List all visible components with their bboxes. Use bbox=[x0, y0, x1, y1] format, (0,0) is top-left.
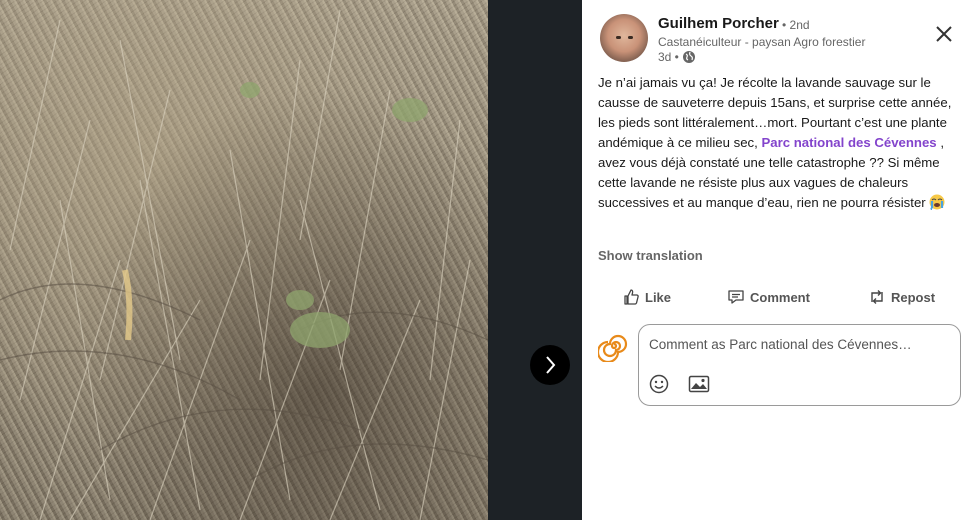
mention-link[interactable]: Parc national des Cévennes bbox=[761, 135, 936, 150]
close-icon bbox=[936, 26, 952, 42]
thumbs-up-icon bbox=[624, 289, 639, 305]
like-button[interactable]: Like bbox=[622, 280, 671, 314]
chevron-right-icon bbox=[546, 356, 556, 374]
post-body: Je n’ai jamais vu ça! Je récolte la lava… bbox=[598, 73, 958, 213]
like-label: Like bbox=[645, 289, 672, 305]
add-image-button[interactable] bbox=[688, 373, 710, 395]
next-image-button[interactable] bbox=[530, 345, 570, 385]
close-button[interactable] bbox=[928, 18, 960, 50]
repost-icon bbox=[871, 290, 883, 304]
comment-label: Comment bbox=[750, 289, 810, 305]
post-meta: 3d • bbox=[658, 50, 696, 64]
social-actions: Like Comment Repost bbox=[582, 280, 979, 314]
repost-label: Repost bbox=[891, 289, 936, 305]
image-icon bbox=[688, 375, 710, 393]
post-detail-panel: Guilhem Porcher • 2nd Castanéiculteur - … bbox=[582, 0, 979, 520]
globe-icon bbox=[682, 51, 695, 63]
comment-input[interactable]: Comment as Parc national des Cévennes… bbox=[649, 337, 912, 352]
show-translation-button[interactable]: Show translation bbox=[598, 248, 703, 263]
author-headline: Castanéiculteur - paysan Agro forestier bbox=[658, 35, 866, 49]
photo-viewer-background bbox=[488, 0, 582, 520]
post-time: 3d • bbox=[658, 50, 679, 64]
commenter-logo-avatar bbox=[598, 333, 628, 362]
emoji-button[interactable] bbox=[648, 373, 670, 395]
photo-grass-strokes bbox=[0, 9, 488, 520]
post-photo bbox=[0, 0, 488, 520]
comment-input-box[interactable]: Comment as Parc national des Cévennes… bbox=[638, 324, 961, 406]
comment-button[interactable]: Comment bbox=[727, 280, 810, 314]
repost-button[interactable]: Repost bbox=[868, 280, 935, 314]
author-avatar[interactable] bbox=[600, 14, 648, 62]
smiley-icon bbox=[649, 374, 669, 394]
connection-degree: • 2nd bbox=[782, 18, 810, 32]
author-name[interactable]: Guilhem Porcher bbox=[658, 15, 779, 32]
crying-face-emoji bbox=[929, 194, 945, 210]
comment-icon bbox=[728, 290, 744, 304]
